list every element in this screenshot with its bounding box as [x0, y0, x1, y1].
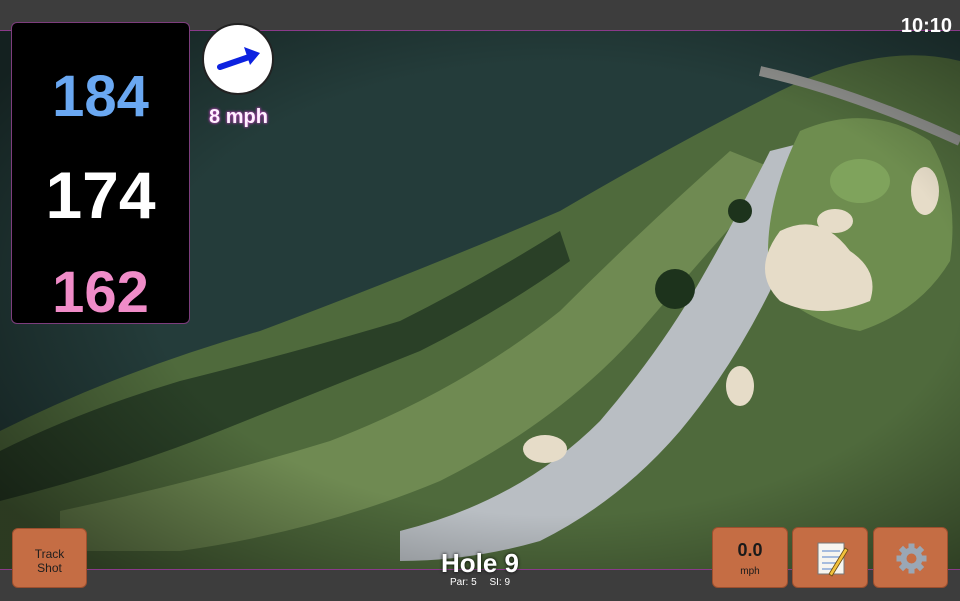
wind-speed: 8 mph	[209, 106, 268, 128]
hole-stroke-index: SI: 9	[489, 577, 511, 588]
hole-par: Par: 5	[449, 577, 477, 588]
notepad-icon	[817, 542, 849, 577]
speed-value: 0.0	[737, 540, 763, 560]
settings-button[interactable]	[873, 527, 948, 588]
distance-front: 162	[52, 260, 149, 325]
track-shot-label-line2: Shot	[37, 561, 62, 575]
track-shot-label-line1: Track	[34, 547, 65, 561]
wind-indicator[interactable]	[202, 23, 274, 95]
gear-icon	[896, 543, 927, 574]
distance-middle: 174	[45, 158, 156, 232]
distance-back: 184	[52, 64, 149, 129]
distance-panel: 184 174 162	[11, 22, 190, 325]
wind-arrow-icon	[217, 47, 260, 70]
hole-title: Hole 9	[440, 548, 520, 578]
clock: 10:10	[900, 15, 952, 37]
track-shot-button[interactable]: Track Shot	[12, 528, 87, 588]
speed-unit: mph	[740, 566, 760, 577]
speed-button[interactable]: 0.0 mph	[712, 527, 788, 588]
hole-info: Par: 5 SI: 9	[380, 577, 580, 588]
notes-button[interactable]	[792, 527, 868, 588]
